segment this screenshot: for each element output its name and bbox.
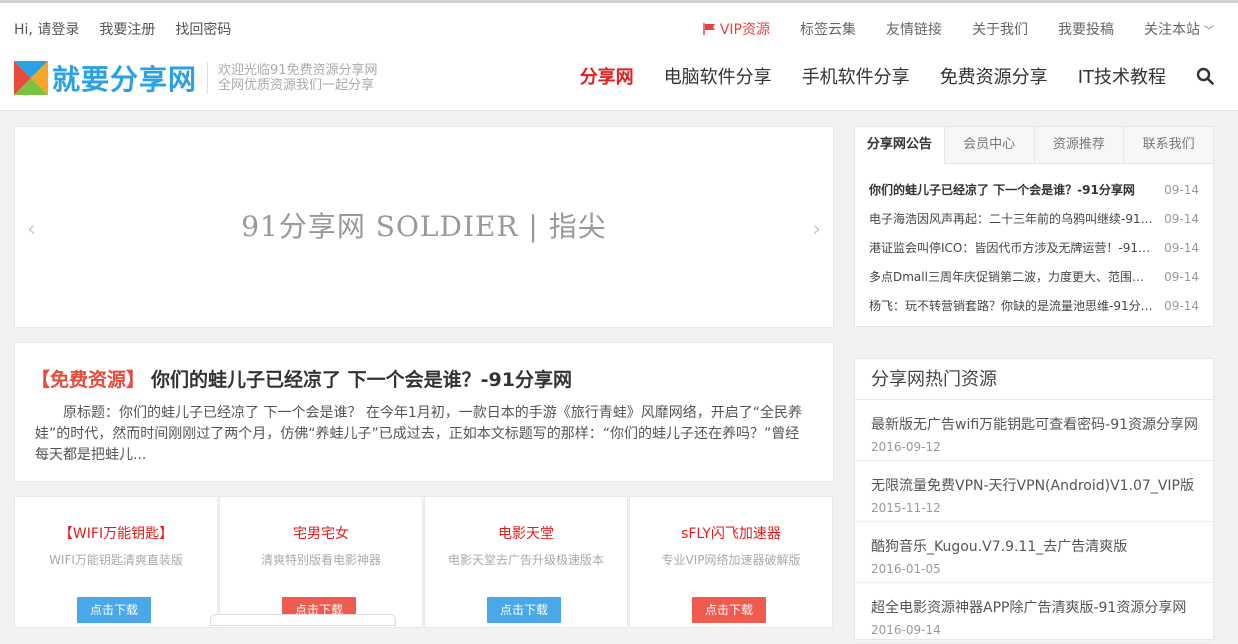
- notice-list: 你们的蛙儿子已经凉了 下一个会是谁？-91分享网 09-14 电子海浩因风声再起：…: [855, 164, 1213, 321]
- logo-divider: [207, 62, 209, 94]
- article-card: 【免费资源】 你们的蛙儿子已经凉了 下一个会是谁？-91分享网 原标题：你们的蛙儿…: [14, 342, 834, 482]
- notice-title[interactable]: 杨飞：玩不转营销套路？你缺的是流量池思维-91分享网: [869, 292, 1155, 321]
- vip-link-label: VIP资源: [719, 22, 770, 38]
- hot-item-date: 2015-11-12: [871, 501, 941, 515]
- list-item[interactable]: 杨飞：玩不转营销套路？你缺的是流量池思维-91分享网 09-14: [869, 292, 1199, 321]
- list-item[interactable]: 超全电影资源神器APP除广告清爽版-91资源分享网 2016-09-14: [855, 583, 1213, 644]
- tab-member-center[interactable]: 会员中心: [943, 127, 1034, 163]
- notice-date: 09-14: [1164, 299, 1199, 313]
- hot-item-date: 2016-09-14: [871, 623, 941, 637]
- tab-announcements[interactable]: 分享网公告: [855, 127, 944, 164]
- card-desc: 清爽特别版看电影神器: [260, 553, 381, 567]
- download-card: 宅男宅女 清爽特别版看电影神器 点击下载: [219, 496, 423, 628]
- search-icon[interactable]: [1196, 67, 1214, 85]
- notice-date: 09-14: [1164, 212, 1199, 226]
- article-heading: 【免费资源】 你们的蛙儿子已经凉了 下一个会是谁？-91分享网: [31, 365, 572, 392]
- download-card: sFLY闪飞加速器 专业VIP网络加速器破解版 点击下载: [629, 496, 833, 628]
- hot-resources-panel: 分享网热门资源 最新版无广告wifi万能钥匙可查看密码-91资源分享网 2016…: [854, 358, 1214, 644]
- nav-item-free-resources[interactable]: 免费资源分享: [940, 63, 1048, 89]
- download-card: 电影天堂 电影天堂去广告升级极速版本 点击下载: [424, 496, 628, 628]
- download-button[interactable]: 点击下载: [487, 597, 561, 623]
- nav-item-pc-software[interactable]: 电脑软件分享: [664, 63, 772, 89]
- logo-icon: [14, 61, 48, 95]
- download-button[interactable]: 点击下载: [692, 597, 766, 623]
- notice-date: 09-14: [1164, 270, 1199, 284]
- floating-bottom-tab[interactable]: [210, 614, 396, 626]
- main-nav: 分享网 电脑软件分享 手机软件分享 免费资源分享 IT技术教程: [580, 63, 1214, 89]
- hot-item-title[interactable]: 超全电影资源神器APP除广告清爽版-91资源分享网: [871, 583, 1213, 617]
- download-card: 【WIFI万能钥匙】 WIFI万能钥匙清爽直装版 点击下载: [14, 496, 218, 628]
- site-logo[interactable]: 就要分享网 欢迎光临91免费资源分享网 全网优质资源我们一起分享: [14, 58, 378, 98]
- notice-date: 09-14: [1164, 241, 1199, 255]
- notice-date: 09-14: [1164, 183, 1199, 197]
- list-item[interactable]: 最新版无广告wifi万能钥匙可查看密码-91资源分享网 2016-09-12: [855, 400, 1213, 461]
- tab-recommended[interactable]: 资源推荐: [1033, 127, 1124, 163]
- hot-item-title[interactable]: 无限流量免费VPN-天行VPN(Android)V1.07_VIP版: [871, 461, 1213, 495]
- user-links: Hi, 请登录 我要注册 找回密码: [14, 19, 231, 39]
- list-item[interactable]: 你们的蛙儿子已经凉了 下一个会是谁？-91分享网 09-14: [869, 176, 1199, 205]
- nav-item-home[interactable]: 分享网: [580, 63, 634, 89]
- article-excerpt: 原标题：你们的蛙儿子已经凉了 下一个会是谁？ 在今年1月初，一款日本的手游《旅行…: [35, 405, 803, 463]
- nav-item-mobile-software[interactable]: 手机软件分享: [802, 63, 910, 89]
- tab-contact[interactable]: 联系我们: [1123, 127, 1213, 163]
- article-category-link[interactable]: 【免费资源】: [31, 369, 145, 391]
- notice-title[interactable]: 电子海浩因风声再起：二十三年前的乌鸦叫继续-91分享网: [869, 205, 1155, 234]
- card-desc: 专业VIP网络加速器破解版: [661, 553, 801, 567]
- login-link[interactable]: Hi, 请登录: [14, 19, 79, 39]
- download-button[interactable]: 点击下载: [77, 597, 151, 623]
- top-link-tags[interactable]: 标签云集: [800, 19, 856, 39]
- top-link-submit[interactable]: 我要投稿: [1058, 19, 1114, 39]
- hot-item-title[interactable]: 最新版无广告wifi万能钥匙可查看密码-91资源分享网: [871, 400, 1213, 434]
- card-desc: 电影天堂去广告升级极速版本: [447, 553, 604, 567]
- list-item[interactable]: 电子海浩因风声再起：二十三年前的乌鸦叫继续-91分享网 09-14: [869, 205, 1199, 234]
- top-links: VIP资源 标签云集 友情链接 关于我们 我要投稿 关注本站 ﹀: [703, 19, 1214, 39]
- list-item[interactable]: 多点Dmall三周年庆促销第二波，力度更大、范围更广-91分享网 09-14: [869, 263, 1199, 292]
- notice-panel: 分享网公告 会员中心 资源推荐 联系我们 你们的蛙儿子已经凉了 下一个会是谁？-…: [854, 126, 1214, 327]
- card-title[interactable]: 电影天堂: [425, 523, 627, 543]
- banner-slider[interactable]: ‹ 91分享网 SOLDIER | 指尖 ›: [14, 126, 834, 328]
- top-link-friends[interactable]: 友情链接: [886, 19, 942, 39]
- recover-password-link[interactable]: 找回密码: [175, 19, 231, 39]
- list-item[interactable]: 无限流量免费VPN-天行VPN(Android)V1.07_VIP版 2015-…: [855, 461, 1213, 522]
- card-desc: WIFI万能钥匙清爽直装版: [49, 553, 183, 567]
- list-item[interactable]: 酷狗音乐_Kugou.V7.9.11_去广告清爽版 2016-01-05: [855, 522, 1213, 583]
- hot-item-date: 2016-01-05: [871, 562, 941, 576]
- nav-item-it-tutorials[interactable]: IT技术教程: [1078, 63, 1166, 89]
- banner-text: 91分享网 SOLDIER | 指尖: [241, 210, 607, 243]
- vip-link[interactable]: VIP资源: [703, 19, 770, 39]
- card-title[interactable]: sFLY闪飞加速器: [630, 523, 832, 543]
- notice-title[interactable]: 你们的蛙儿子已经凉了 下一个会是谁？-91分享网: [869, 176, 1155, 205]
- register-link[interactable]: 我要注册: [99, 19, 155, 39]
- follow-label: 关注本站: [1144, 22, 1200, 38]
- card-title[interactable]: 宅男宅女: [220, 523, 422, 543]
- slogan-line-1: 欢迎光临91免费资源分享网: [218, 63, 378, 78]
- top-link-about[interactable]: 关于我们: [972, 19, 1028, 39]
- download-cards: 【WIFI万能钥匙】 WIFI万能钥匙清爽直装版 点击下载 宅男宅女 清爽特别版…: [14, 496, 834, 628]
- article-title-link[interactable]: 你们的蛙儿子已经凉了 下一个会是谁？-91分享网: [151, 369, 572, 391]
- notice-title[interactable]: 港证监会叫停ICO：皆因代币方涉及无牌运营！-91分享网: [869, 234, 1155, 263]
- flag-icon: [703, 23, 715, 35]
- slogan-line-2: 全网优质资源我们一起分享: [218, 78, 375, 93]
- notice-title[interactable]: 多点Dmall三周年庆促销第二波，力度更大、范围更广-91分享网: [869, 263, 1155, 292]
- hot-item-date: 2016-09-12: [871, 440, 941, 454]
- follow-dropdown[interactable]: 关注本站 ﹀: [1144, 19, 1214, 39]
- logo-text: 就要分享网: [52, 63, 198, 96]
- list-item[interactable]: 港证监会叫停ICO：皆因代币方涉及无牌运营！-91分享网 09-14: [869, 234, 1199, 263]
- card-title[interactable]: 【WIFI万能钥匙】: [15, 523, 217, 543]
- notice-tabs: 分享网公告 会员中心 资源推荐 联系我们: [855, 127, 1213, 164]
- hot-item-title[interactable]: 酷狗音乐_Kugou.V7.9.11_去广告清爽版: [871, 522, 1213, 556]
- hot-resources-title: 分享网热门资源: [855, 359, 1213, 400]
- slider-next-button[interactable]: ›: [812, 217, 821, 242]
- site-header: Hi, 请登录 我要注册 找回密码 VIP资源 标签云集 友情链接 关于我们 我…: [0, 3, 1238, 111]
- chevron-down-icon: ﹀: [1204, 26, 1214, 37]
- site-slogan: 欢迎光临91免费资源分享网 全网优质资源我们一起分享: [218, 63, 378, 93]
